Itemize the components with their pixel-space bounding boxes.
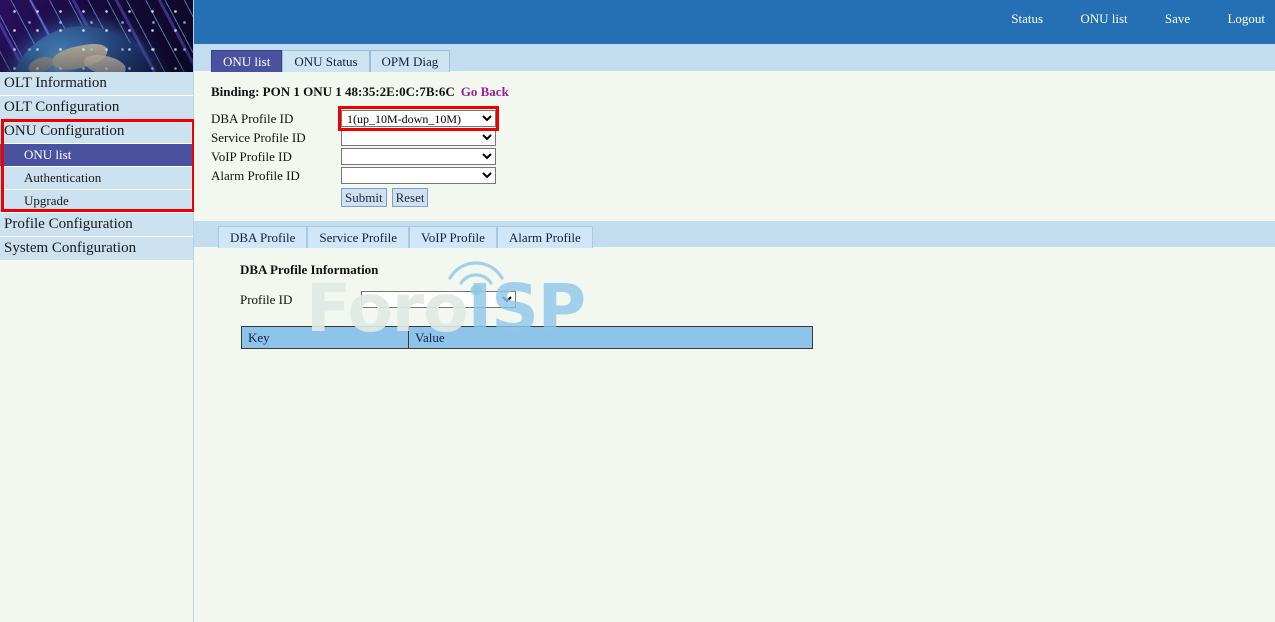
tab-service-profile[interactable]: Service Profile <box>307 226 409 248</box>
top-nav: Status ONU list Save Logout <box>977 11 1265 27</box>
tab-opm-diag[interactable]: OPM Diag <box>370 50 451 72</box>
profile-tab-strip: DBA Profile Service Profile VoIP Profile… <box>194 221 1275 247</box>
actions-spacer <box>211 185 341 207</box>
olt-web-management-page: OLT Information OLT Configuration ONU Co… <box>0 0 1275 622</box>
voip-profile-id-select[interactable] <box>341 148 496 165</box>
banner-image <box>0 0 193 72</box>
alarm-profile-id-cell <box>341 166 496 185</box>
column-header-value: Value <box>409 327 813 349</box>
sidebar-item-upgrade[interactable]: Upgrade <box>0 190 193 213</box>
sidebar-item-onu-configuration[interactable]: ONU Configuration <box>0 120 193 144</box>
banner-shading <box>0 0 193 72</box>
alarm-profile-id-label: Alarm Profile ID <box>211 166 341 185</box>
sidebar: OLT Information OLT Configuration ONU Co… <box>0 0 194 622</box>
topnav-link-onu-list[interactable]: ONU list <box>1080 11 1127 26</box>
main-content: Status ONU list Save Logout ONU list ONU… <box>194 0 1275 622</box>
alarm-profile-id-select[interactable] <box>341 167 496 184</box>
binding-info: Binding: PON 1 ONU 1 48:35:2E:0C:7B:6C Go… <box>211 84 1275 100</box>
actions-cell: Submit Reset <box>341 185 496 207</box>
dba-profile-select-wrapper: 1(up_10M-down_10M) <box>341 110 496 127</box>
dba-profile-id-select[interactable]: 1(up_10M-down_10M) <box>341 110 496 127</box>
top-bar: Status ONU list Save Logout <box>194 0 1275 44</box>
table-header-row: Key Value <box>242 327 813 349</box>
bind-profile-form: DBA Profile ID 1(up_10M-down_10M) Servic… <box>211 109 496 207</box>
profile-id-row: Profile ID <box>240 291 1275 308</box>
topnav-link-status[interactable]: Status <box>1011 11 1043 26</box>
profile-id-label: Profile ID <box>240 292 358 308</box>
tab-onu-status[interactable]: ONU Status <box>282 50 369 72</box>
form-row-actions: Submit Reset <box>211 185 496 207</box>
form-row-service-profile: Service Profile ID <box>211 128 496 147</box>
sidebar-item-system-configuration[interactable]: System Configuration <box>0 237 193 261</box>
sidebar-nav: OLT Information OLT Configuration ONU Co… <box>0 72 193 261</box>
service-profile-id-select[interactable] <box>341 129 496 146</box>
sidebar-item-olt-configuration[interactable]: OLT Configuration <box>0 96 193 120</box>
form-row-alarm-profile: Alarm Profile ID <box>211 166 496 185</box>
column-header-key: Key <box>242 327 409 349</box>
tab-dba-profile[interactable]: DBA Profile <box>218 226 307 248</box>
dba-profile-id-label: DBA Profile ID <box>211 109 341 128</box>
binding-text: Binding: PON 1 ONU 1 48:35:2E:0C:7B:6C <box>211 84 455 99</box>
voip-profile-id-label: VoIP Profile ID <box>211 147 341 166</box>
form-row-voip-profile: VoIP Profile ID <box>211 147 496 166</box>
voip-profile-id-cell <box>341 147 496 166</box>
tab-voip-profile[interactable]: VoIP Profile <box>409 226 497 248</box>
topnav-link-logout[interactable]: Logout <box>1227 11 1265 26</box>
submit-button[interactable]: Submit <box>341 188 387 207</box>
service-profile-id-label: Service Profile ID <box>211 128 341 147</box>
sidebar-item-onu-list[interactable]: ONU list <box>0 144 193 167</box>
topnav-link-save[interactable]: Save <box>1165 11 1190 26</box>
sidebar-item-olt-information[interactable]: OLT Information <box>0 72 193 96</box>
go-back-link[interactable]: Go Back <box>461 84 509 99</box>
reset-button[interactable]: Reset <box>392 188 429 207</box>
profile-id-select[interactable] <box>361 291 516 308</box>
primary-tab-strip: ONU list ONU Status OPM Diag <box>194 44 1275 71</box>
tab-onu-list[interactable]: ONU list <box>211 50 282 72</box>
key-value-table-head: Key Value <box>242 327 813 349</box>
sidebar-item-authentication[interactable]: Authentication <box>0 167 193 190</box>
dba-profile-information-title: DBA Profile Information <box>240 262 1275 278</box>
service-profile-id-cell <box>341 128 496 147</box>
key-value-table: Key Value <box>241 326 813 349</box>
tab-alarm-profile[interactable]: Alarm Profile <box>497 226 593 248</box>
form-row-dba-profile: DBA Profile ID 1(up_10M-down_10M) <box>211 109 496 128</box>
dba-profile-id-cell: 1(up_10M-down_10M) <box>341 109 496 128</box>
sidebar-item-profile-configuration[interactable]: Profile Configuration <box>0 213 193 237</box>
